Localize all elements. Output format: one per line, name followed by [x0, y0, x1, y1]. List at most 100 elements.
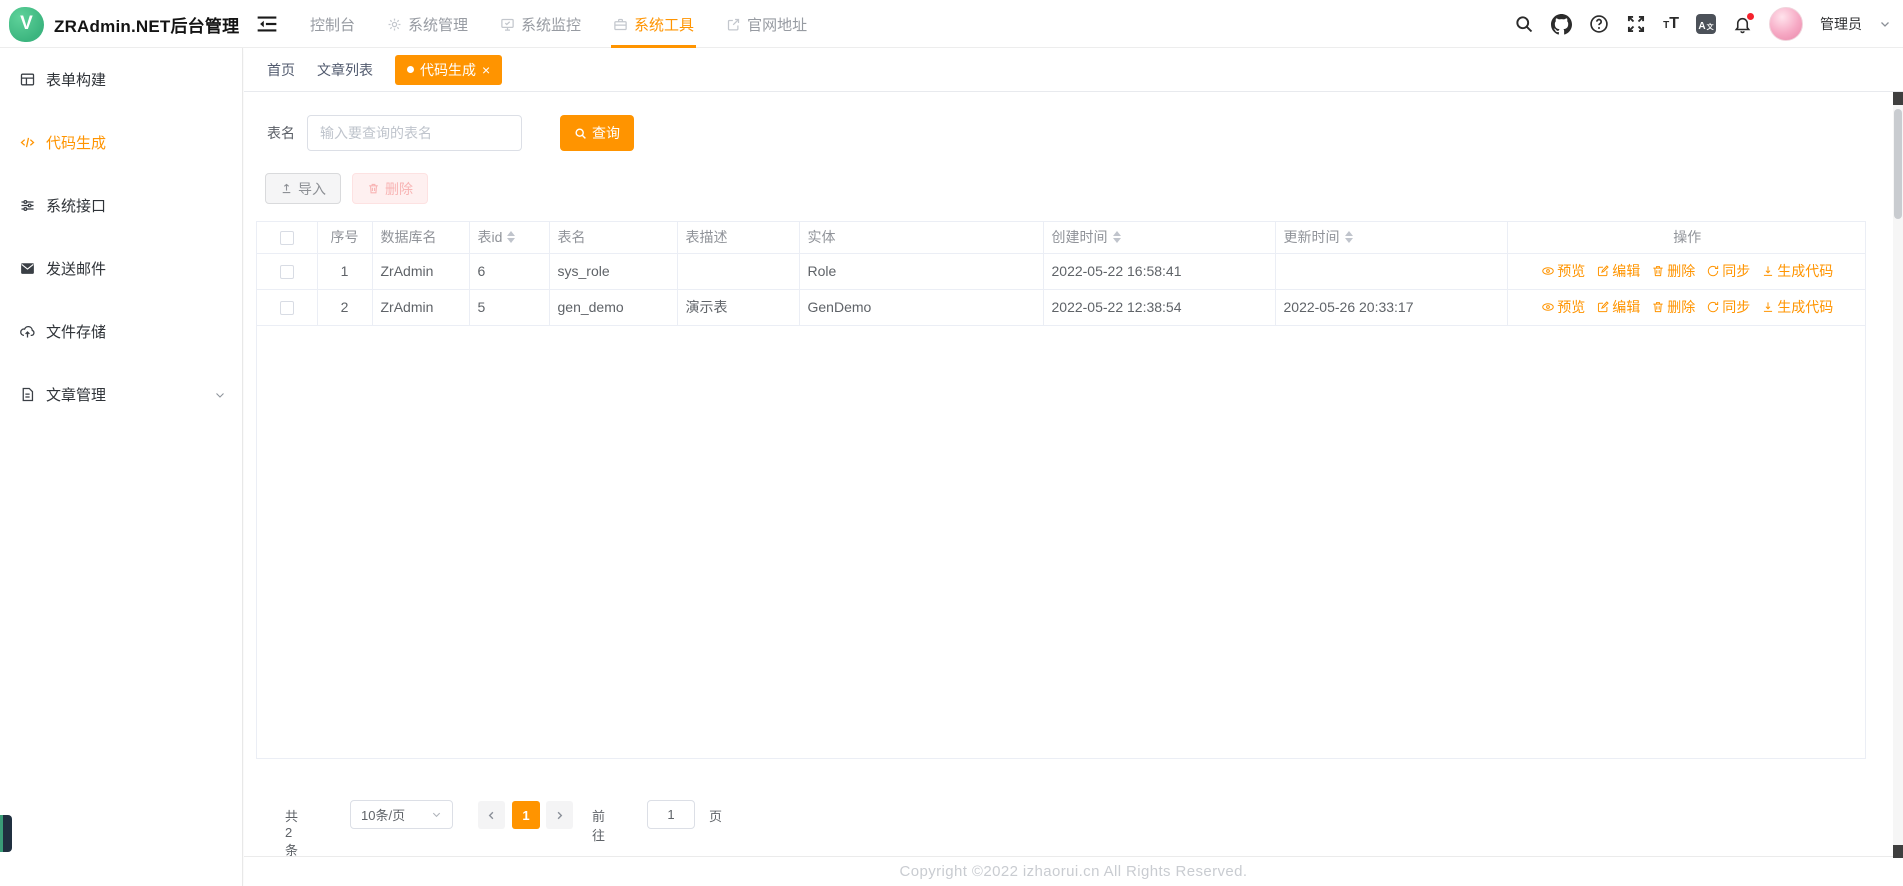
- tab-article-list[interactable]: 文章列表: [317, 60, 373, 80]
- help-icon[interactable]: [1589, 14, 1609, 34]
- sidebar-item-code-generation[interactable]: 代码生成: [0, 111, 242, 174]
- table-row: 1 ZrAdmin 6 sys_role Role 2022-05-22 16:…: [257, 253, 1865, 290]
- row-checkbox[interactable]: [279, 265, 294, 280]
- sidebar-item-label: 发送邮件: [46, 261, 107, 278]
- sort-icon[interactable]: [1112, 231, 1121, 244]
- top-navigation: 控制台 系统管理 系统监控 系统工具 官网地址: [294, 0, 823, 48]
- app-logo: V: [9, 6, 44, 42]
- sidebar-item-file-storage[interactable]: 文件存储: [0, 300, 242, 363]
- action-label: 删除: [1667, 263, 1696, 279]
- table-name-input[interactable]: [307, 115, 522, 151]
- page-size-value: 10条/页: [361, 808, 406, 823]
- page-size-select[interactable]: 10条/页: [350, 800, 453, 829]
- edit-link[interactable]: 编辑: [1596, 261, 1640, 281]
- col-header-database: 数据库名: [372, 222, 470, 254]
- notification-bell-icon[interactable]: [1733, 12, 1754, 34]
- cell-table-name: gen_demo: [549, 289, 678, 326]
- username[interactable]: 管理员: [1820, 14, 1862, 34]
- github-icon[interactable]: [1551, 13, 1573, 35]
- action-label: 删除: [1667, 299, 1696, 315]
- col-header-label: 表id: [477, 229, 503, 246]
- sidebar-collapse-icon[interactable]: [256, 13, 278, 35]
- prev-page-button[interactable]: [478, 801, 505, 829]
- col-header-updated[interactable]: 更新时间: [1275, 222, 1508, 254]
- page-footer: Copyright ©2022 izhaorui.cn All Rights R…: [244, 856, 1903, 886]
- grid-icon: [19, 71, 36, 88]
- chevron-down-icon[interactable]: [1879, 18, 1891, 30]
- sidebar-item-system-api[interactable]: 系统接口: [0, 174, 242, 237]
- scroll-up-arrow[interactable]: [1893, 92, 1903, 105]
- col-header-created[interactable]: 创建时间: [1043, 222, 1276, 254]
- col-header-table-id[interactable]: 表id: [469, 222, 550, 254]
- delete-link[interactable]: 删除: [1651, 261, 1695, 281]
- document-icon: [19, 386, 36, 403]
- notification-dot: [1747, 12, 1754, 20]
- col-header-index: 序号: [317, 222, 373, 254]
- generate-code-link[interactable]: 生成代码: [1761, 261, 1833, 281]
- sidebar-item-form-builder[interactable]: 表单构建: [0, 48, 242, 111]
- nav-item-system-management[interactable]: 系统管理: [371, 0, 484, 48]
- tab-home[interactable]: 首页: [267, 60, 295, 80]
- action-label: 编辑: [1612, 263, 1641, 279]
- scrollbar-thumb[interactable]: [1894, 109, 1902, 219]
- sync-link[interactable]: 同步: [1706, 261, 1750, 281]
- action-label: 生成代码: [1777, 263, 1834, 279]
- cell-created: 2022-05-22 16:58:41: [1043, 253, 1276, 290]
- tab-code-generation[interactable]: 代码生成 ×: [395, 54, 503, 85]
- edit-link[interactable]: 编辑: [1596, 297, 1640, 317]
- page-unit-label: 页: [709, 809, 723, 824]
- row-checkbox[interactable]: [279, 301, 294, 316]
- sort-icon[interactable]: [1344, 231, 1353, 244]
- action-label: 编辑: [1612, 299, 1641, 315]
- chevron-down-icon: [431, 809, 442, 820]
- action-label: 同步: [1722, 299, 1751, 315]
- preview-link[interactable]: 预览: [1541, 297, 1585, 317]
- search-icon[interactable]: [1514, 14, 1534, 34]
- scroll-down-arrow[interactable]: [1893, 845, 1903, 858]
- sidebar-item-label: 表单构建: [46, 72, 107, 89]
- generate-code-link[interactable]: 生成代码: [1761, 297, 1833, 317]
- cell-entity: Role: [799, 253, 1044, 290]
- cell-table-name: sys_role: [549, 253, 678, 290]
- cell-database: ZrAdmin: [372, 289, 470, 326]
- table-header-row: 序号 数据库名 表id 表名 表描述 实体 创建时间 更新时间 操作: [257, 222, 1865, 254]
- tab-label: 代码生成: [420, 61, 476, 78]
- sort-icon[interactable]: [507, 231, 516, 244]
- sidebar-item-article-management[interactable]: 文章管理: [0, 363, 242, 426]
- nav-label: 系统工具: [634, 16, 695, 34]
- sidebar-item-label: 系统接口: [46, 198, 107, 215]
- sidebar: 表单构建 代码生成 系统接口 发送邮件 文件存储 文章管理: [0, 48, 243, 886]
- app-window: V ZRAdmin.NET后台管理 控制台 系统管理 系统监控 系统工具 官网地…: [0, 0, 1903, 886]
- delete-button[interactable]: 删除: [352, 173, 428, 204]
- query-button[interactable]: 查询: [560, 115, 634, 151]
- font-size-icon[interactable]: TT: [1663, 16, 1679, 32]
- goto-page-input[interactable]: [647, 800, 695, 829]
- nav-item-system-monitor[interactable]: 系统监控: [484, 0, 597, 48]
- delete-link[interactable]: 删除: [1651, 297, 1695, 317]
- sidebar-item-send-mail[interactable]: 发送邮件: [0, 237, 242, 300]
- main-content: 首页 文章列表 代码生成 × 表名 查询: [244, 48, 1903, 886]
- next-page-button[interactable]: [546, 801, 573, 829]
- import-button[interactable]: 导入: [265, 173, 341, 204]
- user-avatar[interactable]: [1769, 7, 1803, 41]
- select-all-checkbox[interactable]: [279, 231, 294, 246]
- sync-link[interactable]: 同步: [1706, 297, 1750, 317]
- preview-link[interactable]: 预览: [1541, 261, 1585, 281]
- nav-item-official-site[interactable]: 官网地址: [710, 0, 823, 48]
- translate-icon[interactable]: A文: [1696, 14, 1716, 34]
- nav-item-console[interactable]: 控制台: [294, 0, 371, 48]
- fullscreen-icon[interactable]: [1626, 14, 1646, 34]
- cell-table-id: 5: [469, 289, 550, 326]
- sidebar-item-label: 文章管理: [46, 387, 107, 404]
- sliders-icon: [19, 197, 36, 214]
- gear-icon: [387, 17, 402, 32]
- current-page-button[interactable]: 1: [512, 801, 540, 829]
- docked-widget-handle[interactable]: [0, 815, 12, 852]
- action-label: 预览: [1557, 263, 1586, 279]
- table-row: 2 ZrAdmin 5 gen_demo 演示表 GenDemo 2022-05…: [257, 289, 1865, 326]
- close-icon[interactable]: ×: [482, 63, 490, 77]
- chevron-down-icon: [214, 389, 226, 401]
- vertical-scrollbar[interactable]: [1893, 92, 1903, 858]
- nav-item-system-tools[interactable]: 系统工具: [597, 0, 710, 48]
- row-actions: 预览 编辑 删除 同步 生成代码: [1516, 261, 1860, 281]
